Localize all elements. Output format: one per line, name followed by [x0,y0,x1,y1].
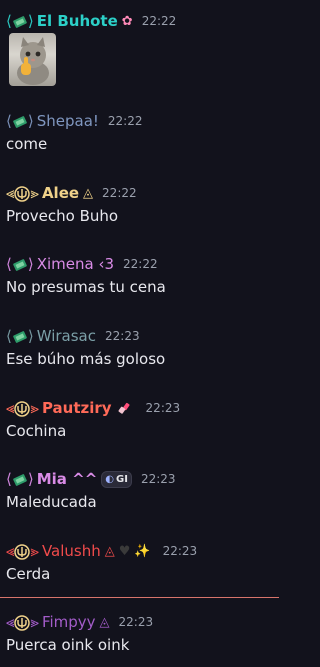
timestamp: 22:22 [102,186,137,200]
message: ⪡ ⪢ Fimpyy ◬ 22:23 Puerca oink oink [0,611,279,654]
chat-log: ⟨⟩ El Buhote ✿ 22:22 ⟨⟩ Shepaa! 22:22 [0,0,279,667]
timestamp: 22:22 [107,114,143,128]
warning-triangle-icon: ◬ [104,543,115,559]
message: ⪡ ⪢ Valushh ◬ ♥ ✨ 22:23 Cerda [0,540,279,583]
ticket-badge-icon: ⟨ ⟩ [6,255,34,273]
ticket-badge-icon: ⟨ ⟩ [6,12,34,30]
trident-badge-icon: ⪡ ⪢ [6,542,39,560]
author-name[interactable]: Alee [42,184,79,202]
ticket-badge-icon: ⟨ ⟩ [6,470,34,488]
message-text: Puerca oink oink [6,636,130,654]
trident-badge-icon: ⪡ ⪢ [6,399,39,417]
timestamp: 22:23 [162,544,198,558]
message: ⟨ ⟩ Shepaa! 22:22 come [0,110,279,153]
lipstick-icon [116,400,132,416]
trident-badge-icon: ⪡ ⪢ [6,613,39,631]
author-name[interactable]: Valushh [42,542,101,560]
timestamp: 22:22 [141,14,177,28]
warning-triangle-icon: ◬ [99,614,110,630]
message-text: No presumas tu cena [6,278,166,296]
moon-icon: ◐ [105,473,115,485]
message: ⪡ ⪢ Pautziry 22:23 Cochina [0,397,279,440]
author-name[interactable]: Pautziry [42,399,112,417]
message: ⟨ ⟩ Ximena ‹3 22:22 No presumas tu cena [0,253,279,296]
message-text: Provecho Buho [6,207,119,225]
timestamp: 22:23 [145,401,181,415]
black-heart-icon: ♥ [118,543,131,559]
timestamp: 22:23 [118,615,154,629]
author-name[interactable]: Fimpyy [42,613,96,631]
message: ⟨ ⟩ Wirasac 22:23 Ese búho más goloso [0,325,279,368]
author-name[interactable]: El Buhote [37,12,118,30]
timestamp: 22:23 [140,472,176,486]
ticket-badge-icon: ⟨ ⟩ [6,112,34,130]
timestamp: 22:22 [123,257,158,271]
trident-badge-icon: ⪡ ⪢ [6,184,39,202]
warning-triangle-icon: ◬ [83,185,94,201]
message-text: Cerda [6,565,51,583]
flower-icon: ✿ [121,13,133,29]
message-text: Ese búho más goloso [6,350,166,368]
game-tag-label: GI [116,473,128,485]
message: ⟨ ⟩ Mia ^^ ◐ GI 22:23 Maleducada [0,468,279,511]
message-text: Cochina [6,422,67,440]
timestamp: 22:23 [105,329,140,343]
sparkles-icon: ✨ [134,543,151,559]
author-name[interactable]: Shepaa! [37,112,99,130]
author-name[interactable]: Ximena ‹3 [37,255,114,273]
message: ⟨ ⟩ El Buhote ✿ 22:22 [0,10,279,32]
new-messages-divider [0,597,279,598]
author-name[interactable]: Mia ^^ [37,470,98,488]
ticket-badge-icon: ⟨ ⟩ [6,327,34,345]
cat-image-attachment[interactable] [9,33,56,86]
message-text: come [6,135,48,153]
author-name[interactable]: Wirasac [37,327,96,345]
message: ⪡ ⪢ Alee ◬ 22:22 Provecho Buho [0,182,279,225]
message-text: Maleducada [6,493,97,511]
game-tag[interactable]: ◐ GI [101,470,132,488]
